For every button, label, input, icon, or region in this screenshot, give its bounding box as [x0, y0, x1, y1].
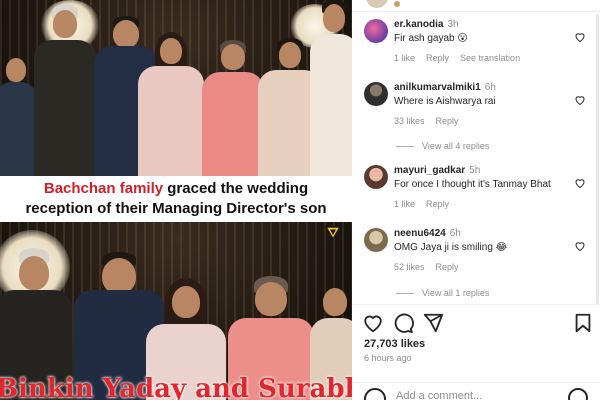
comment-username[interactable]: er.kanodia — [394, 19, 443, 30]
post-caption-text: Bachchan family graced the wedding recep… — [0, 176, 352, 222]
divider — [352, 382, 600, 383]
warning-triangle-icon — [325, 226, 341, 240]
overlay-name-text: Binkin Yaday and Surabhi — [0, 374, 352, 400]
previous-comment-edge — [352, 0, 600, 12]
person — [138, 32, 204, 176]
comment-item: mayuri_gadkar 5h For once I thought it's … — [364, 165, 586, 213]
reply-button[interactable]: Reply — [436, 262, 459, 272]
person — [202, 40, 264, 176]
scrollbar[interactable] — [596, 14, 599, 304]
avatar[interactable] — [364, 228, 388, 252]
post-media[interactable]: Bachchan family graced the wedding recep… — [0, 0, 352, 400]
comment-username[interactable]: anilkumarvalmiki1 — [394, 82, 481, 93]
caption-line-2: reception of their Managing Director's s… — [25, 200, 327, 217]
comment-time: 6h — [484, 82, 496, 93]
comment-likes[interactable]: 33 likes — [394, 116, 425, 126]
comment-text: For once I thought it's Tanmay Bhat — [394, 179, 551, 190]
heart-icon[interactable] — [574, 240, 586, 252]
see-translation-link[interactable]: See translation — [460, 53, 520, 63]
post-action-bar — [352, 310, 600, 336]
heart-icon[interactable] — [574, 177, 586, 189]
comment-text: OMG Jaya ji is smiling 😂 — [394, 242, 508, 253]
reply-button[interactable]: Reply — [426, 53, 449, 63]
comment-item: anilkumarvalmiki1 6h Where is Aishwarya r… — [364, 82, 586, 130]
avatar[interactable] — [364, 19, 388, 43]
emoji-icon[interactable] — [364, 388, 386, 400]
heart-icon[interactable] — [574, 31, 586, 43]
like-count[interactable]: 27,703 likes — [364, 338, 425, 350]
add-comment-bar — [352, 384, 600, 400]
comment-time: 3h — [447, 19, 459, 30]
comment-time: 5h — [469, 165, 481, 176]
add-comment-input[interactable] — [396, 390, 556, 400]
comment-text: Where is Aishwarya rai — [394, 96, 496, 107]
view-replies-link[interactable]: View all 1 replies — [396, 288, 489, 298]
comment-username[interactable]: neenu6424 — [394, 228, 446, 239]
avatar-badge — [394, 1, 400, 7]
person — [34, 4, 96, 176]
view-replies-link[interactable]: View all 4 replies — [396, 141, 489, 151]
divider — [352, 304, 600, 305]
comment-username[interactable]: mayuri_gadkar — [394, 165, 465, 176]
avatar[interactable] — [364, 165, 388, 189]
bookmark-icon[interactable] — [572, 312, 594, 334]
share-icon[interactable] — [422, 312, 444, 334]
heart-icon[interactable] — [362, 312, 384, 334]
comment-item: er.kanodia 3h Fir ash gayab 😮 1 like Reply… — [364, 19, 586, 67]
reply-button[interactable]: Reply — [436, 116, 459, 126]
person — [0, 58, 38, 176]
comment-likes[interactable]: 1 like — [394, 53, 415, 63]
comments-panel: er.kanodia 3h Fir ash gayab 😮 1 like Reply… — [352, 0, 600, 400]
comment-icon[interactable] — [392, 312, 414, 334]
comment-likes[interactable]: 52 likes — [394, 262, 425, 272]
caption-rest: graced the wedding — [163, 180, 309, 197]
person — [310, 0, 352, 176]
heart-icon[interactable] — [574, 94, 586, 106]
caption-highlight: Bachchan family — [43, 180, 164, 197]
comment-item: neenu6424 6h OMG Jaya ji is smiling 😂 52 … — [364, 228, 586, 276]
comment-likes[interactable]: 1 like — [394, 199, 415, 209]
photo-top — [0, 0, 352, 176]
reply-button[interactable]: Reply — [426, 199, 449, 209]
emoji-icon[interactable] — [568, 388, 588, 400]
avatar[interactable] — [366, 0, 388, 8]
comment-text: Fir ash gayab 😮 — [394, 33, 468, 44]
avatar[interactable] — [364, 82, 388, 106]
post-time[interactable]: 6 hours ago — [364, 353, 412, 363]
comment-time: 6h — [449, 228, 461, 239]
